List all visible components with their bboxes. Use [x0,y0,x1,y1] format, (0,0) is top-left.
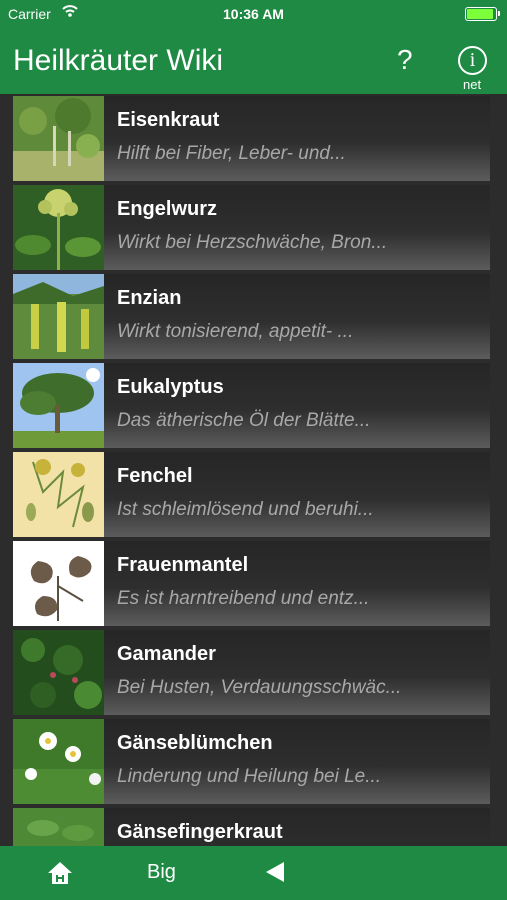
item-description: Es ist harntreibend und entz... [117,588,370,609]
item-name: Enzian [117,287,182,309]
herb-thumbnail [13,541,104,626]
app-title: Heilkräuter Wiki [13,44,224,77]
item-description: Das ätherische Öl der Blätte... [117,410,371,431]
big-button[interactable]: Big [147,861,176,884]
info-net-label: net [463,77,482,92]
list-item[interactable]: Frauenmantel Es ist harntreibend und ent… [0,539,507,628]
item-name: Eisenkraut [117,109,220,131]
herb-thumbnail [13,274,104,359]
herb-thumbnail [13,719,104,804]
item-description: Wirkt bei Herzschwäche, Bron... [117,232,388,253]
list-item-cell: Engelwurz Wirkt bei Herzschwäche, Bron..… [104,185,490,270]
battery-icon [465,7,500,21]
item-name: Fenchel [117,465,193,487]
list-item-cell: Fenchel Ist schleimlösend und beruhi... [104,452,490,537]
herb-thumbnail [13,808,104,846]
herb-list[interactable]: Eisenkraut Hilft bei Fiber, Leber- und..… [0,94,507,846]
clock: 10:36 AM [223,6,284,22]
item-description: Linderung und Heilung bei Le... [117,766,382,787]
list-item[interactable]: Gänsefingerkraut [0,806,507,846]
herb-thumbnail [13,452,104,537]
list-item[interactable]: Gamander Bei Husten, Verdauungsschwäc... [0,628,507,717]
item-name: Frauenmantel [117,554,249,576]
status-bar: Carrier 10:36 AM [0,0,507,28]
herb-thumbnail [13,96,104,181]
list-item-cell: Gänseblümchen Linderung und Heilung bei … [104,719,490,804]
navigation-bar: Heilkräuter Wiki ? i net [0,28,507,94]
list-item-cell: Gamander Bei Husten, Verdauungsschwäc... [104,630,490,715]
item-name: Engelwurz [117,198,218,220]
list-item[interactable]: Eukalyptus Das ätherische Öl der Blätte.… [0,361,507,450]
item-name: Gamander [117,643,216,665]
help-button[interactable]: ? [397,44,413,76]
list-item[interactable]: Engelwurz Wirkt bei Herzschwäche, Bron..… [0,183,507,272]
back-arrow-icon[interactable] [264,861,286,883]
list-item[interactable]: Enzian Wirkt tonisierend, appetit- ... [0,272,507,361]
list-item-cell: Frauenmantel Es ist harntreibend und ent… [104,541,490,626]
home-icon[interactable] [47,860,73,886]
herb-thumbnail [13,185,104,270]
item-description: Hilft bei Fiber, Leber- und... [117,143,346,164]
list-item[interactable]: Eisenkraut Hilft bei Fiber, Leber- und..… [0,94,507,183]
list-item-cell: Enzian Wirkt tonisierend, appetit- ... [104,274,490,359]
list-item[interactable]: Fenchel Ist schleimlösend und beruhi... [0,450,507,539]
list-item[interactable]: Gänseblümchen Linderung und Heilung bei … [0,717,507,806]
item-description: Ist schleimlösend und beruhi... [117,499,374,520]
herb-thumbnail [13,630,104,715]
tab-bar: Big [0,846,507,900]
info-button[interactable]: i [458,46,487,75]
item-name: Eukalyptus [117,376,224,398]
item-description: Bei Husten, Verdauungsschwäc... [117,677,402,698]
herb-thumbnail [13,363,104,448]
list-item-cell: Eukalyptus Das ätherische Öl der Blätte.… [104,363,490,448]
item-name: Gänseblümchen [117,732,273,754]
item-description: Wirkt tonisierend, appetit- ... [117,321,354,342]
list-item-cell: Gänsefingerkraut [104,808,490,846]
item-name: Gänsefingerkraut [117,821,283,843]
list-item-cell: Eisenkraut Hilft bei Fiber, Leber- und..… [104,96,490,181]
scrollbar[interactable] [499,94,504,214]
